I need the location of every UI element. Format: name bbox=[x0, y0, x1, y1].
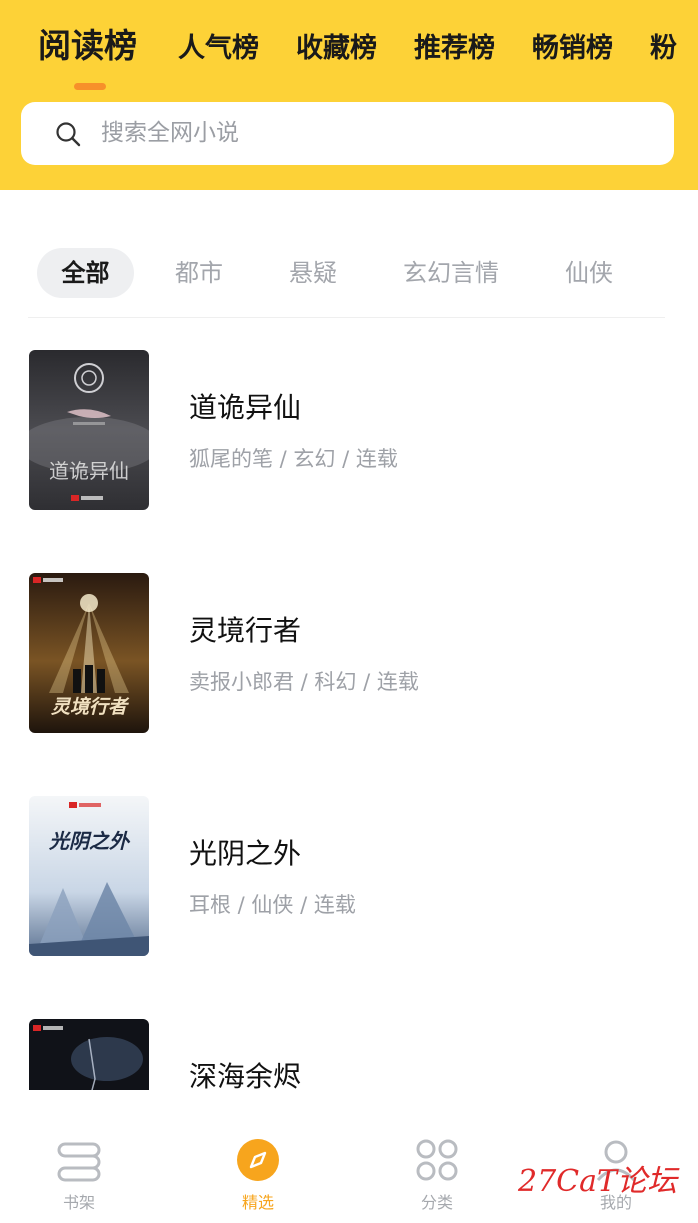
category-filter: 全部 都市 悬疑 玄幻言情 仙侠 bbox=[0, 246, 698, 302]
book-cover[interactable] bbox=[29, 1019, 149, 1090]
tab-featured[interactable]: 精选 bbox=[208, 1128, 308, 1223]
tab-label: 精选 bbox=[241, 1193, 274, 1212]
book-item[interactable]: 深海余烬 bbox=[0, 1019, 698, 1090]
book-title[interactable]: 道诡异仙 bbox=[189, 388, 301, 428]
book-cover-art: 光阴之外 bbox=[29, 796, 149, 956]
cover-title-art: 道诡异仙 bbox=[49, 459, 129, 483]
cover-title-art: 光阴之外 bbox=[48, 829, 131, 853]
book-list: 道诡异仙 道诡异仙 狐尾的笔 / 玄幻 / 连载 灵境行者 灵境行者 卖报小郎君… bbox=[0, 318, 698, 1090]
search-input[interactable]: 搜索全网小说 bbox=[21, 102, 674, 165]
ranking-tabs: 阅读榜 人气榜 收藏榜 推荐榜 畅销榜 粉 bbox=[38, 24, 698, 74]
book-cover[interactable]: 道诡异仙 bbox=[29, 350, 149, 510]
book-cover-art: 道诡异仙 bbox=[29, 350, 149, 510]
search-placeholder: 搜索全网小说 bbox=[101, 120, 239, 146]
book-title[interactable]: 灵境行者 bbox=[189, 611, 301, 651]
tab-fans-rank[interactable]: 粉 bbox=[650, 27, 677, 74]
category-urban[interactable]: 都市 bbox=[160, 248, 238, 298]
book-meta: 耳根 / 仙侠 / 连载 bbox=[189, 893, 356, 917]
tab-recommend-rank[interactable]: 推荐榜 bbox=[414, 27, 495, 74]
tab-reading-rank[interactable]: 阅读榜 bbox=[38, 24, 137, 74]
book-item[interactable]: 灵境行者 灵境行者 卖报小郎君 / 科幻 / 连载 bbox=[0, 573, 698, 773]
tab-category[interactable]: 分类 bbox=[387, 1128, 487, 1223]
tab-bestseller-rank[interactable]: 畅销榜 bbox=[532, 27, 613, 74]
book-cover[interactable]: 灵境行者 bbox=[29, 573, 149, 733]
top-header: 阅读榜 人气榜 收藏榜 推荐榜 畅销榜 粉 搜索全网小说 bbox=[0, 0, 698, 190]
cover-title-art: 灵境行者 bbox=[51, 696, 130, 718]
tab-collection-rank[interactable]: 收藏榜 bbox=[296, 27, 377, 74]
book-title[interactable]: 光阴之外 bbox=[189, 834, 301, 874]
tab-label: 书架 bbox=[62, 1193, 95, 1212]
search-icon bbox=[56, 122, 81, 147]
tab-popularity-rank[interactable]: 人气榜 bbox=[178, 27, 259, 74]
category-suspense[interactable]: 悬疑 bbox=[274, 248, 352, 298]
book-item[interactable]: 光阴之外 光阴之外 耳根 / 仙侠 / 连载 bbox=[0, 796, 698, 996]
category-all[interactable]: 全部 bbox=[37, 248, 134, 298]
bookshelf-icon bbox=[57, 1142, 101, 1182]
category-xianxia[interactable]: 仙侠 bbox=[550, 248, 628, 298]
book-meta: 卖报小郎君 / 科幻 / 连载 bbox=[189, 670, 419, 694]
book-meta: 狐尾的笔 / 玄幻 / 连载 bbox=[189, 447, 398, 471]
book-title[interactable]: 深海余烬 bbox=[189, 1057, 301, 1090]
book-cover[interactable]: 光阴之外 bbox=[29, 796, 149, 956]
book-cover-art: 灵境行者 bbox=[29, 573, 149, 733]
book-item[interactable]: 道诡异仙 道诡异仙 狐尾的笔 / 玄幻 / 连载 bbox=[0, 350, 698, 550]
book-cover-art bbox=[29, 1019, 149, 1090]
tab-label: 分类 bbox=[420, 1193, 453, 1212]
active-tab-indicator bbox=[74, 83, 106, 90]
tab-bookshelf[interactable]: 书架 bbox=[29, 1128, 129, 1223]
category-grid-icon bbox=[416, 1139, 458, 1181]
compass-icon bbox=[237, 1139, 279, 1181]
watermark-text: 27CaT论坛 bbox=[518, 1164, 678, 1199]
category-fantasy-romance[interactable]: 玄幻言情 bbox=[392, 248, 510, 298]
